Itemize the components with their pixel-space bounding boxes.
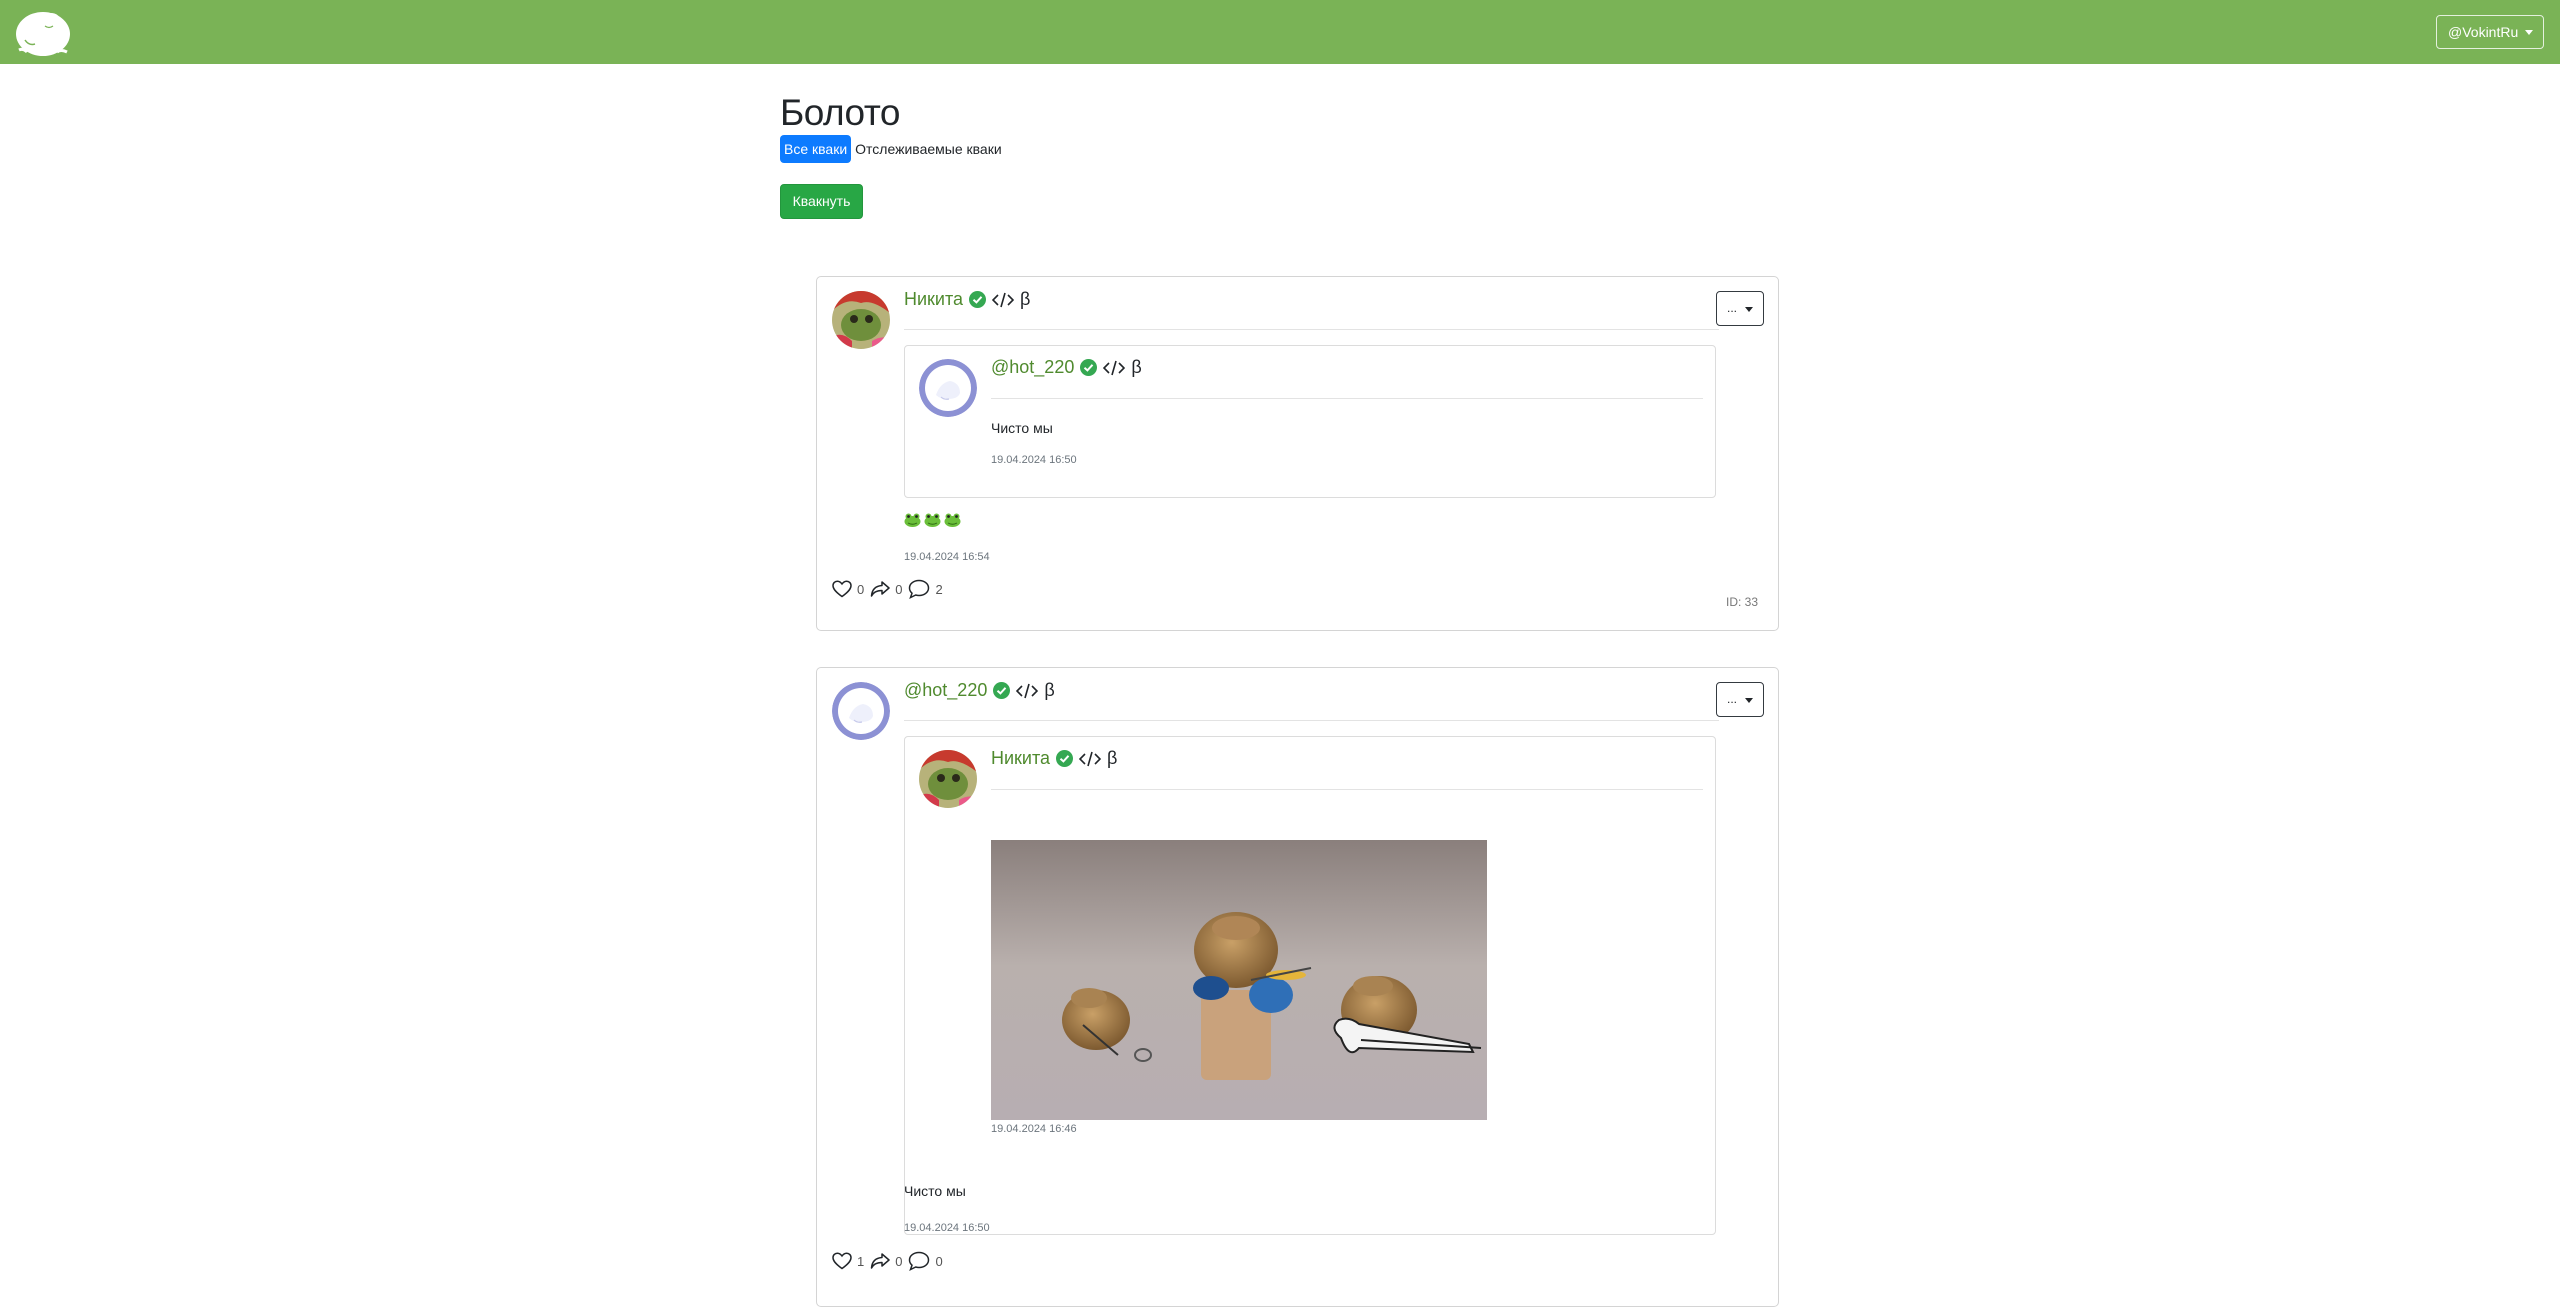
post-card: @hot_220 β ... Никита β 19.04.2024 16:46…: [816, 667, 1779, 1307]
like-count: 1: [857, 1253, 865, 1269]
post-actions: 1 0 0: [832, 1251, 949, 1271]
page-title: Болото: [780, 92, 900, 133]
comment-button[interactable]: 0: [908, 1251, 943, 1271]
repost-button[interactable]: 0: [870, 1252, 902, 1270]
user-menu-label: @VokintRu: [2448, 24, 2519, 40]
divider: [904, 329, 1719, 330]
frog-face-icon: [944, 513, 961, 527]
navbar: @VokintRu: [0, 0, 2560, 64]
caret-down-icon: [1745, 307, 1753, 312]
beta-badge: β: [1020, 289, 1031, 309]
code-icon: [1103, 359, 1126, 377]
post-emoji-text: [904, 513, 964, 530]
like-button[interactable]: 0: [832, 580, 864, 598]
quoted-post-time: 19.04.2024 16:50: [991, 454, 1077, 466]
post-card: Никита β ... @hot_220 β Чисто мы 19.04.2…: [816, 276, 1779, 631]
quoted-post-time: 19.04.2024 16:46: [991, 1123, 1077, 1135]
post-menu-label: ...: [1727, 692, 1738, 706]
heart-icon: [832, 580, 852, 598]
frog-logo-icon[interactable]: [13, 6, 73, 58]
quoted-author-line: @hot_220 β: [991, 357, 1142, 378]
post-author-line: Никита β: [904, 289, 1030, 310]
post-image[interactable]: [991, 840, 1487, 1120]
post-time: 19.04.2024 16:54: [904, 551, 990, 563]
author-name[interactable]: @hot_220: [991, 357, 1074, 378]
quoted-author-line: Никита β: [991, 748, 1117, 769]
post-menu-button[interactable]: ...: [1716, 682, 1764, 717]
author-name[interactable]: Никита: [991, 748, 1050, 769]
tab-all-kvaks[interactable]: Все кваки: [780, 135, 852, 163]
repost-count: 0: [895, 581, 903, 597]
quoted-post[interactable]: Никита β 19.04.2024 16:46: [904, 736, 1716, 1235]
divider: [991, 398, 1703, 399]
comment-button[interactable]: 2: [908, 579, 943, 599]
divider: [991, 789, 1703, 790]
like-button[interactable]: 1: [832, 1252, 864, 1270]
beta-badge: β: [1107, 748, 1118, 768]
post-text: Чисто мы: [904, 1183, 966, 1199]
avatar[interactable]: [832, 291, 890, 349]
comment-count: 0: [935, 1253, 943, 1269]
frog-face-icon: [904, 513, 921, 527]
post-author-line: @hot_220 β: [904, 680, 1055, 701]
share-arrow-icon: [870, 581, 890, 597]
frog-face-icon: [924, 513, 941, 527]
verified-check-icon: [969, 291, 987, 308]
code-icon: [991, 291, 1015, 309]
like-count: 0: [857, 581, 865, 597]
heart-icon: [832, 1252, 852, 1270]
repost-count: 0: [895, 1253, 903, 1269]
feed-tabs: Все кваки Отслеживаемые кваки: [780, 135, 1006, 163]
comment-bubble-icon: [909, 579, 930, 599]
author-name[interactable]: @hot_220: [904, 680, 987, 701]
verified-check-icon: [1080, 359, 1098, 376]
post-menu-label: ...: [1727, 301, 1738, 315]
quoted-post-text: Чисто мы: [991, 420, 1053, 436]
verified-check-icon: [993, 682, 1011, 699]
code-icon: [1016, 682, 1039, 700]
user-menu-dropdown[interactable]: @VokintRu: [2436, 15, 2544, 49]
comment-bubble-icon: [909, 1251, 930, 1271]
author-name[interactable]: Никита: [904, 289, 963, 310]
repost-button[interactable]: 0: [870, 580, 902, 598]
comment-count: 2: [935, 581, 943, 597]
avatar[interactable]: [919, 359, 977, 417]
post-actions: 0 0 2: [832, 579, 949, 599]
post-id: ID: 33: [1726, 595, 1759, 609]
beta-badge: β: [1044, 680, 1055, 700]
quoted-post[interactable]: @hot_220 β Чисто мы 19.04.2024 16:50: [904, 345, 1716, 498]
divider: [904, 720, 1719, 721]
share-arrow-icon: [870, 1253, 890, 1269]
verified-check-icon: [1056, 750, 1074, 767]
caret-down-icon: [1745, 698, 1753, 703]
avatar[interactable]: [832, 682, 890, 740]
beta-badge: β: [1131, 357, 1142, 377]
post-menu-button[interactable]: ...: [1716, 291, 1764, 326]
post-time: 19.04.2024 16:50: [904, 1222, 990, 1234]
kvak-button[interactable]: Квакнуть: [780, 184, 863, 219]
code-icon: [1078, 750, 1102, 768]
caret-down-icon: [2525, 30, 2533, 35]
tab-followed-kvaks[interactable]: Отслеживаемые кваки: [851, 135, 1005, 163]
avatar[interactable]: [919, 750, 977, 808]
